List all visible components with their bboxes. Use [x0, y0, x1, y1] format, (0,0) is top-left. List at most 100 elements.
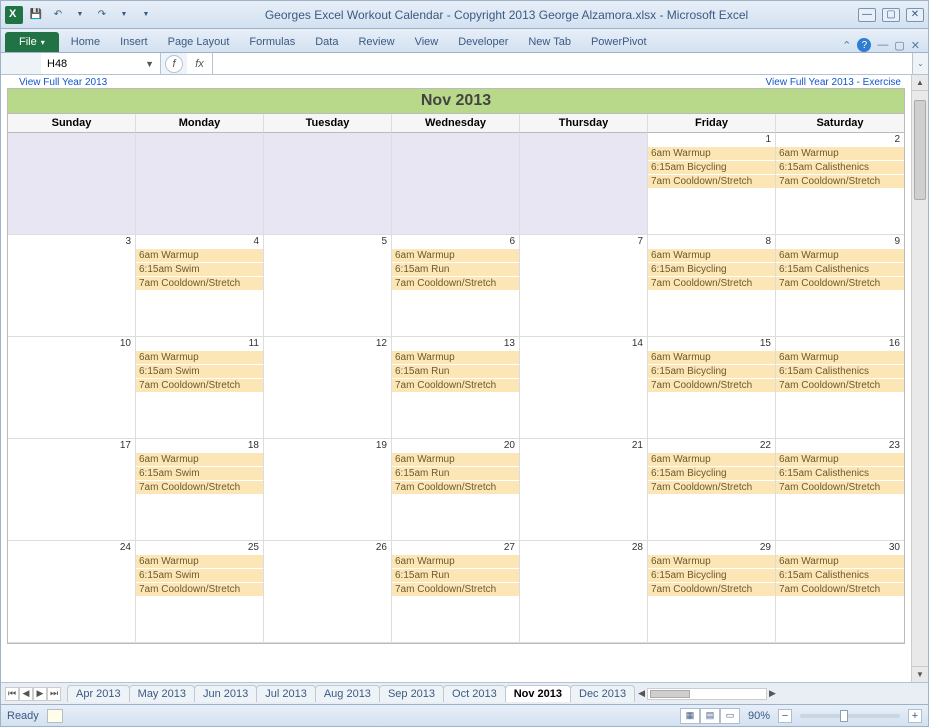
calendar-event[interactable]: 6:15am Bicycling	[648, 467, 775, 481]
calendar-event[interactable]: 6am Warmup	[392, 249, 519, 263]
sheet-tab[interactable]: Jul 2013	[256, 685, 316, 702]
calendar-cell[interactable]: 46am Warmup6:15am Swim7am Cooldown/Stret…	[136, 235, 264, 337]
calendar-event[interactable]: 6am Warmup	[392, 555, 519, 569]
macro-record-icon[interactable]	[47, 709, 63, 723]
calendar-cell[interactable]: 28	[520, 541, 648, 643]
calendar-event[interactable]: 6am Warmup	[776, 147, 904, 161]
page-layout-view-icon[interactable]: ▤	[700, 708, 720, 724]
calendar-event[interactable]: 6am Warmup	[392, 453, 519, 467]
ribbon-tab-page-layout[interactable]: Page Layout	[158, 32, 240, 52]
calendar-cell[interactable]	[392, 133, 520, 235]
calendar-cell[interactable]: 12	[264, 337, 392, 439]
calendar-event[interactable]: 6:15am Calisthenics	[776, 569, 904, 583]
hscroll-left-icon[interactable]: ◀	[638, 688, 645, 699]
calendar-event[interactable]: 7am Cooldown/Stretch	[136, 481, 263, 495]
hscroll-thumb[interactable]	[650, 690, 690, 698]
calendar-cell[interactable]: 136am Warmup6:15am Run7am Cooldown/Stret…	[392, 337, 520, 439]
calendar-cell[interactable]: 236am Warmup6:15am Calisthenics7am Coold…	[776, 439, 904, 541]
fx-label[interactable]: fx	[187, 53, 213, 74]
hscroll-right-icon[interactable]: ▶	[769, 688, 776, 699]
minimize-button[interactable]: —	[858, 8, 876, 22]
calendar-cell[interactable]: 24	[8, 541, 136, 643]
calendar-event[interactable]: 6am Warmup	[648, 147, 775, 161]
calendar-event[interactable]: 7am Cooldown/Stretch	[136, 379, 263, 393]
calendar-event[interactable]: 7am Cooldown/Stretch	[392, 379, 519, 393]
calendar-event[interactable]: 6:15am Swim	[136, 569, 263, 583]
calendar-event[interactable]: 6:15am Swim	[136, 263, 263, 277]
sheet-tab[interactable]: Apr 2013	[67, 685, 130, 702]
sheet-tab[interactable]: Nov 2013	[505, 685, 571, 702]
calendar-event[interactable]: 6am Warmup	[136, 555, 263, 569]
calendar-event[interactable]: 6:15am Run	[392, 467, 519, 481]
calendar-event[interactable]: 7am Cooldown/Stretch	[392, 481, 519, 495]
sheet-tab[interactable]: Sep 2013	[379, 685, 444, 702]
calendar-cell[interactable]: 86am Warmup6:15am Bicycling7am Cooldown/…	[648, 235, 776, 337]
sheet-tab[interactable]: Aug 2013	[315, 685, 380, 702]
calendar-cell[interactable]: 26am Warmup6:15am Calisthenics7am Cooldo…	[776, 133, 904, 235]
calendar-cell[interactable]: 226am Warmup6:15am Bicycling7am Cooldown…	[648, 439, 776, 541]
calendar-cell[interactable]: 256am Warmup6:15am Swim7am Cooldown/Stre…	[136, 541, 264, 643]
calendar-event[interactable]: 6am Warmup	[648, 453, 775, 467]
calendar-event[interactable]: 6:15am Calisthenics	[776, 161, 904, 175]
ribbon-tab-powerpivot[interactable]: PowerPivot	[581, 32, 657, 52]
calendar-cell[interactable]: 186am Warmup6:15am Swim7am Cooldown/Stre…	[136, 439, 264, 541]
calendar-cell[interactable]: 26	[264, 541, 392, 643]
calendar-event[interactable]: 7am Cooldown/Stretch	[648, 481, 775, 495]
calendar-cell[interactable]: 296am Warmup6:15am Bicycling7am Cooldown…	[648, 541, 776, 643]
ribbon-tab-view[interactable]: View	[405, 32, 449, 52]
calendar-event[interactable]: 6:15am Bicycling	[648, 263, 775, 277]
calendar-event[interactable]: 7am Cooldown/Stretch	[648, 277, 775, 291]
ribbon-tab-formulas[interactable]: Formulas	[239, 32, 305, 52]
vertical-scrollbar[interactable]: ▲ ▼	[911, 75, 928, 682]
calendar-event[interactable]: 6am Warmup	[136, 249, 263, 263]
calendar-cell[interactable]: 166am Warmup6:15am Calisthenics7am Coold…	[776, 337, 904, 439]
formula-bar-expand-icon[interactable]: ⌄	[912, 53, 928, 74]
calendar-event[interactable]: 6am Warmup	[776, 555, 904, 569]
sheet-tab[interactable]: Oct 2013	[443, 685, 506, 702]
scrollbar-thumb[interactable]	[914, 100, 926, 200]
scroll-down-icon[interactable]: ▼	[912, 666, 928, 682]
zoom-slider[interactable]	[800, 714, 900, 718]
calendar-cell[interactable]: 19	[264, 439, 392, 541]
excel-app-icon[interactable]	[5, 6, 23, 24]
ribbon-tab-review[interactable]: Review	[348, 32, 404, 52]
calendar-event[interactable]: 6am Warmup	[776, 351, 904, 365]
zoom-slider-thumb[interactable]	[840, 710, 848, 722]
calendar-event[interactable]: 6am Warmup	[648, 351, 775, 365]
calendar-event[interactable]: 7am Cooldown/Stretch	[392, 277, 519, 291]
calendar-cell[interactable]: 16am Warmup6:15am Bicycling7am Cooldown/…	[648, 133, 776, 235]
save-icon[interactable]: 💾	[27, 6, 45, 24]
calendar-event[interactable]: 6:15am Bicycling	[648, 161, 775, 175]
file-tab[interactable]: File▾	[5, 32, 59, 52]
calendar-cell[interactable]	[8, 133, 136, 235]
calendar-cell[interactable]: 3	[8, 235, 136, 337]
calendar-cell[interactable]: 96am Warmup6:15am Calisthenics7am Cooldo…	[776, 235, 904, 337]
calendar-event[interactable]: 7am Cooldown/Stretch	[136, 583, 263, 597]
tab-nav-last-icon[interactable]: ⏭	[47, 687, 61, 701]
ribbon-tab-data[interactable]: Data	[305, 32, 348, 52]
view-full-year-link[interactable]: View Full Year 2013	[19, 77, 107, 88]
calendar-cell[interactable]: 14	[520, 337, 648, 439]
calendar-event[interactable]: 6am Warmup	[392, 351, 519, 365]
calendar-cell[interactable]: 206am Warmup6:15am Run7am Cooldown/Stret…	[392, 439, 520, 541]
maximize-button[interactable]: ▢	[882, 8, 900, 22]
undo-icon[interactable]: ↶	[49, 6, 67, 24]
calendar-event[interactable]: 6am Warmup	[776, 249, 904, 263]
tab-nav-next-icon[interactable]: ▶	[33, 687, 47, 701]
sheet-tab[interactable]: May 2013	[129, 685, 195, 702]
calendar-cell[interactable]: 116am Warmup6:15am Swim7am Cooldown/Stre…	[136, 337, 264, 439]
calendar-event[interactable]: 7am Cooldown/Stretch	[776, 175, 904, 189]
calendar-cell[interactable]	[136, 133, 264, 235]
tab-nav-prev-icon[interactable]: ◀	[19, 687, 33, 701]
calendar-event[interactable]: 7am Cooldown/Stretch	[776, 481, 904, 495]
redo-dropdown-icon[interactable]: ▼	[115, 6, 133, 24]
doc-restore-icon[interactable]: ▢	[894, 39, 904, 52]
calendar-event[interactable]: 6:15am Swim	[136, 467, 263, 481]
calendar-event[interactable]: 7am Cooldown/Stretch	[648, 583, 775, 597]
normal-view-icon[interactable]: ▦	[680, 708, 700, 724]
calendar-cell[interactable]: 306am Warmup6:15am Calisthenics7am Coold…	[776, 541, 904, 643]
name-box-dropdown-icon[interactable]: ▼	[145, 59, 154, 69]
ribbon-tab-developer[interactable]: Developer	[448, 32, 518, 52]
calendar-cell[interactable]: 21	[520, 439, 648, 541]
calendar-event[interactable]: 7am Cooldown/Stretch	[392, 583, 519, 597]
